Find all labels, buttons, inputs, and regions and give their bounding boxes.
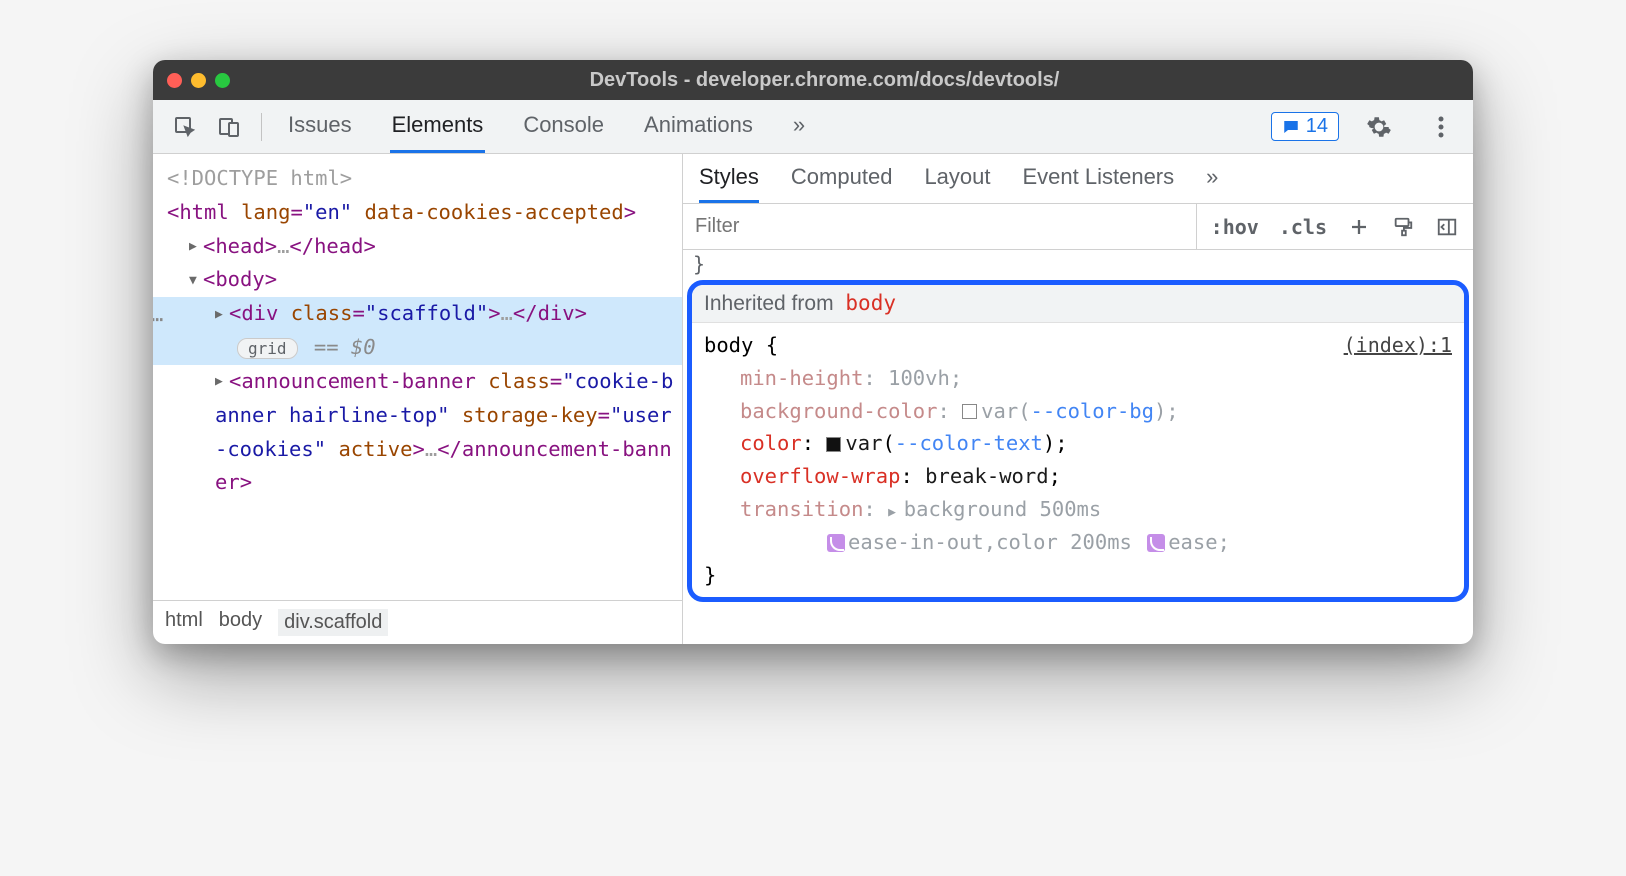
styles-subtabs: Styles Computed Layout Event Listeners » bbox=[683, 154, 1473, 204]
inherit-header: Inherited from body bbox=[692, 285, 1464, 323]
html-element[interactable]: <html lang="en" data-cookies-accepted> bbox=[167, 196, 682, 230]
subtab-styles[interactable]: Styles bbox=[699, 164, 759, 203]
subtabs-overflow-icon[interactable]: » bbox=[1206, 164, 1218, 203]
color-swatch-icon[interactable] bbox=[962, 404, 977, 419]
color-swatch-icon[interactable] bbox=[826, 437, 841, 452]
css-rule[interactable]: body { (index):1 min-height: 100vh; back… bbox=[692, 323, 1464, 597]
issues-count: 14 bbox=[1306, 115, 1328, 138]
doctype[interactable]: <!DOCTYPE html> bbox=[167, 162, 682, 196]
content-area: <!DOCTYPE html> <html lang="en" data-coo… bbox=[153, 154, 1473, 644]
main-toolbar: Issues Elements Console Animations » 14 bbox=[153, 100, 1473, 154]
styles-body: } Inherited from body body { (index):1 m… bbox=[683, 250, 1473, 644]
subtab-layout[interactable]: Layout bbox=[924, 164, 990, 203]
inherit-from[interactable]: body bbox=[845, 291, 896, 315]
bezier-icon[interactable] bbox=[1147, 534, 1165, 552]
filter-row: :hov .cls bbox=[683, 204, 1473, 250]
message-icon bbox=[1282, 118, 1300, 136]
panel-toggle-icon[interactable] bbox=[1435, 215, 1459, 239]
subtab-event-listeners[interactable]: Event Listeners bbox=[1023, 164, 1175, 203]
selected-element[interactable]: ▶<div class="scaffold">…</div> grid == $… bbox=[153, 297, 682, 365]
rule-above-close: } bbox=[683, 250, 1473, 278]
crumb-scaffold[interactable]: div.scaffold bbox=[278, 609, 388, 636]
maximize-icon[interactable] bbox=[215, 73, 230, 88]
gear-icon[interactable] bbox=[1365, 113, 1393, 141]
filter-input[interactable] bbox=[683, 204, 1197, 249]
dollar-zero: == $0 bbox=[314, 335, 376, 359]
plus-icon[interactable] bbox=[1347, 215, 1371, 239]
cls-toggle[interactable]: .cls bbox=[1279, 215, 1327, 239]
panel-tabs: Issues Elements Console Animations » bbox=[286, 100, 807, 153]
device-toggle-icon[interactable] bbox=[215, 113, 243, 141]
tabs-overflow-icon[interactable]: » bbox=[791, 100, 807, 153]
window-title: DevTools - developer.chrome.com/docs/dev… bbox=[250, 69, 1459, 92]
devtools-window: DevTools - developer.chrome.com/docs/dev… bbox=[153, 60, 1473, 644]
selector[interactable]: body bbox=[704, 333, 753, 357]
inspect-icon[interactable] bbox=[171, 113, 199, 141]
dom-tree[interactable]: <!DOCTYPE html> <html lang="en" data-coo… bbox=[153, 154, 682, 600]
paint-icon[interactable] bbox=[1391, 215, 1415, 239]
separator bbox=[261, 113, 262, 141]
body-element[interactable]: ▼<body> bbox=[167, 263, 682, 297]
toolbar-right: 14 bbox=[1271, 112, 1463, 141]
tab-animations[interactable]: Animations bbox=[642, 100, 755, 153]
grid-badge[interactable]: grid bbox=[237, 338, 298, 359]
crumb-html[interactable]: html bbox=[165, 609, 203, 636]
source-link[interactable]: (index):1 bbox=[1344, 329, 1452, 362]
kebab-icon[interactable] bbox=[1427, 113, 1455, 141]
head-element[interactable]: ▶<head>…</head> bbox=[167, 230, 682, 264]
banner-element[interactable]: ▶<announcement-banner class="cookie-bann… bbox=[167, 365, 682, 500]
hov-toggle[interactable]: :hov bbox=[1211, 215, 1259, 239]
issues-badge[interactable]: 14 bbox=[1271, 112, 1339, 141]
minimize-icon[interactable] bbox=[191, 73, 206, 88]
bezier-icon[interactable] bbox=[827, 534, 845, 552]
titlebar: DevTools - developer.chrome.com/docs/dev… bbox=[153, 60, 1473, 100]
tab-elements[interactable]: Elements bbox=[390, 100, 486, 153]
tab-issues[interactable]: Issues bbox=[286, 100, 354, 153]
breadcrumbs[interactable]: html body div.scaffold bbox=[153, 600, 682, 644]
tab-console[interactable]: Console bbox=[521, 100, 606, 153]
traffic-lights bbox=[167, 73, 230, 88]
filter-buttons: :hov .cls bbox=[1197, 215, 1473, 239]
close-icon[interactable] bbox=[167, 73, 182, 88]
styles-panel: Styles Computed Layout Event Listeners »… bbox=[683, 154, 1473, 644]
subtab-computed[interactable]: Computed bbox=[791, 164, 893, 203]
highlighted-rule: Inherited from body body { (index):1 min… bbox=[687, 280, 1469, 602]
elements-panel: <!DOCTYPE html> <html lang="en" data-coo… bbox=[153, 154, 683, 644]
crumb-body[interactable]: body bbox=[219, 609, 262, 636]
